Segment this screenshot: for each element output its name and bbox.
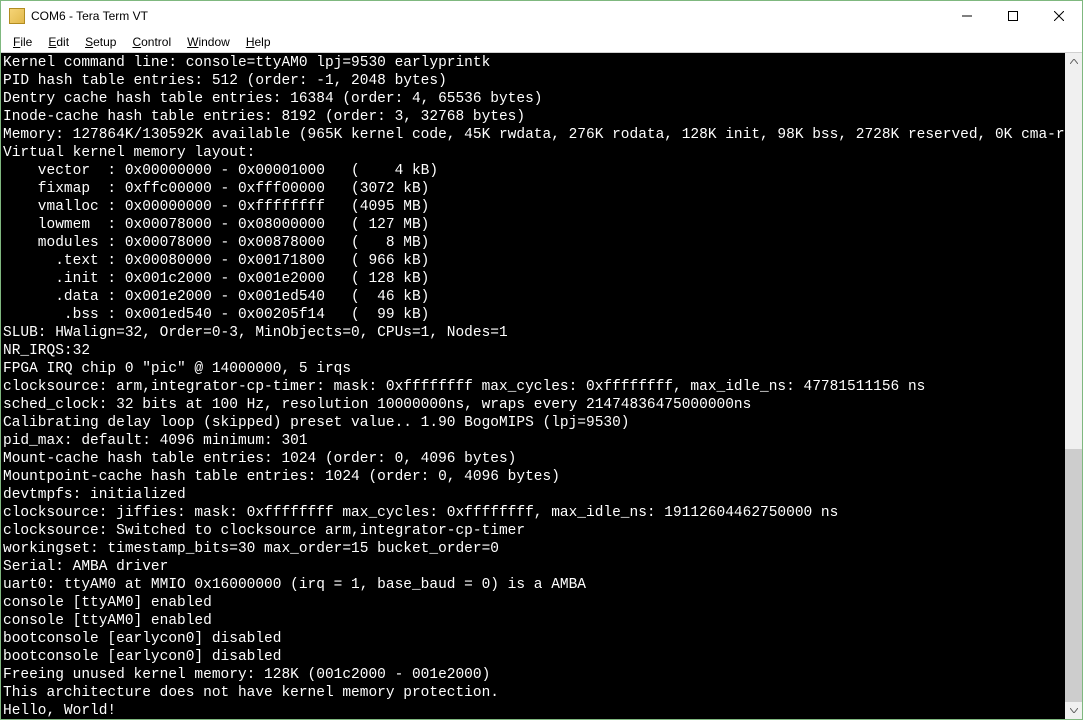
scroll-down-button[interactable]	[1065, 702, 1082, 719]
menu-edit[interactable]: Edit	[40, 33, 77, 51]
minimize-button[interactable]	[944, 1, 990, 31]
menubar: File Edit Setup Control Window Help	[1, 31, 1082, 53]
scroll-up-button[interactable]	[1065, 53, 1082, 70]
menu-file[interactable]: File	[5, 33, 40, 51]
terminal-output[interactable]: Kernel command line: console=ttyAM0 lpj=…	[1, 53, 1065, 719]
minimize-icon	[962, 11, 972, 21]
window-controls	[944, 1, 1082, 31]
menu-window[interactable]: Window	[179, 33, 238, 51]
chevron-up-icon	[1070, 59, 1078, 64]
window-title: COM6 - Tera Term VT	[31, 9, 148, 23]
maximize-icon	[1008, 11, 1018, 21]
titlebar[interactable]: COM6 - Tera Term VT	[1, 1, 1082, 31]
menu-help[interactable]: Help	[238, 33, 279, 51]
menu-control[interactable]: Control	[124, 33, 179, 51]
scrollbar[interactable]	[1065, 53, 1082, 719]
app-icon	[9, 8, 25, 24]
terminal-area: Kernel command line: console=ttyAM0 lpj=…	[1, 53, 1082, 719]
close-button[interactable]	[1036, 1, 1082, 31]
maximize-button[interactable]	[990, 1, 1036, 31]
menu-setup[interactable]: Setup	[77, 33, 124, 51]
chevron-down-icon	[1070, 708, 1078, 713]
scroll-thumb[interactable]	[1065, 449, 1082, 702]
scroll-track[interactable]	[1065, 70, 1082, 702]
close-icon	[1054, 11, 1064, 21]
